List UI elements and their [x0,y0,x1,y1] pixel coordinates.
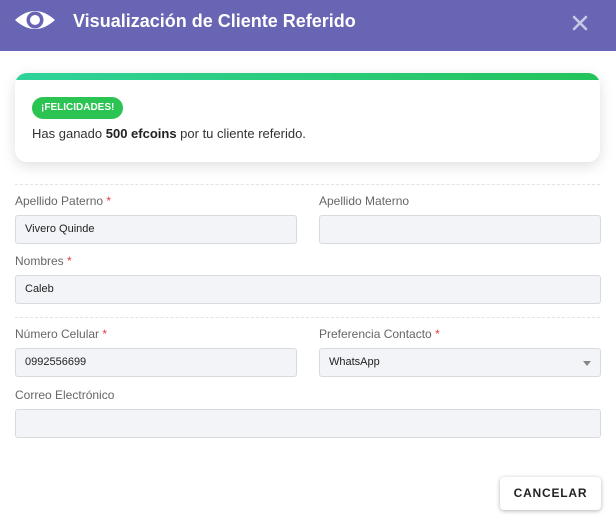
apellido-paterno-field[interactable]: Vivero Quinde [15,215,297,244]
label-text: Apellido Paterno [15,194,104,208]
congrats-badge: ¡FELICIDADES! [32,97,124,119]
apellido-materno-field[interactable] [319,215,601,244]
close-icon[interactable] [570,13,590,33]
preferencia-contacto-label: Preferencia Contacto * [319,327,440,341]
efcoins-amount: 500 efcoins [105,126,177,141]
congrats-card: ¡FELICIDADES! Has ganado 500 efcoins por… [15,73,600,162]
divider [15,184,600,185]
message-prefix: Has ganado [32,126,106,141]
nombres-label: Nombres * [15,254,72,268]
chevron-down-icon[interactable] [583,361,591,366]
required-mark: * [435,327,440,341]
label-text: Nombres [15,254,64,268]
apellido-paterno-label: Apellido Paterno * [15,194,111,208]
nombres-field[interactable]: Caleb [15,275,601,304]
cancel-button[interactable]: CANCELAR [500,477,601,510]
required-mark: * [102,327,108,341]
required-mark: * [106,194,112,208]
card-accent-bar [15,73,600,80]
eye-icon [15,11,55,29]
label-text: Preferencia Contacto [319,327,432,341]
apellido-materno-label: Apellido Materno [319,194,410,208]
required-mark: * [67,254,72,268]
correo-label: Correo Electrónico [15,388,115,402]
message-suffix: por tu cliente referido. [176,126,306,141]
congrats-message: Has ganado 500 efcoins por tu cliente re… [32,126,306,142]
label-text: Número Celular [15,327,100,341]
preferencia-contacto-select[interactable]: WhatsApp [319,348,601,377]
divider [15,317,600,318]
dialog-title: Visualización de Cliente Referido [73,11,356,31]
selected-value: WhatsApp [329,356,380,368]
numero-celular-field[interactable]: 0992556699 [15,348,297,377]
correo-field[interactable] [15,409,601,438]
numero-celular-label: Número Celular * [15,327,107,341]
dialog-header: Visualización de Cliente Referido [0,0,616,51]
